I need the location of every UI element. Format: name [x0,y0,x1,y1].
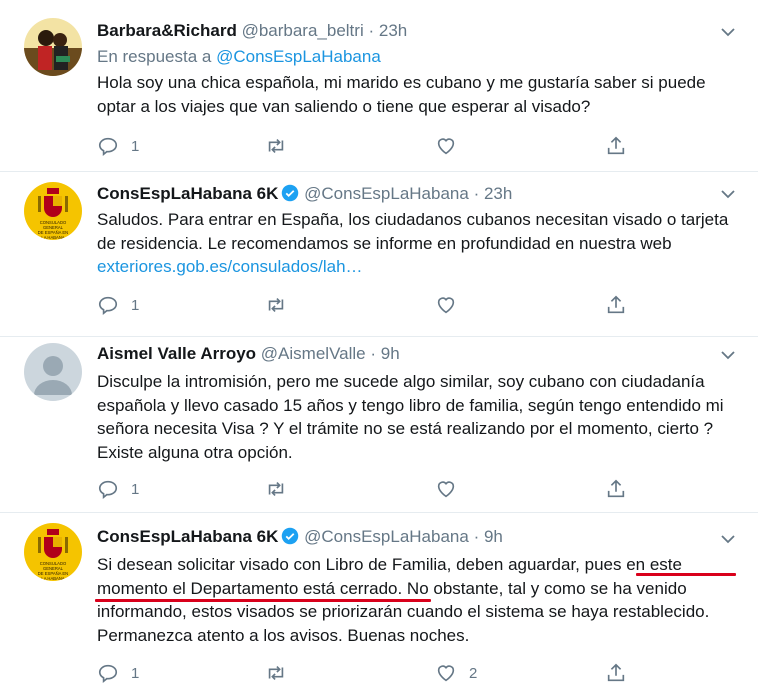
chevron-down-icon[interactable] [720,186,736,202]
handle[interactable]: @AismelValle [261,344,366,363]
timestamp[interactable]: 9h [484,527,503,546]
share-icon [607,136,625,155]
tweet-text-main: Saludos. Para entrar en España, los ciud… [97,210,729,253]
reply-count: 1 [131,480,140,498]
share-button[interactable] [605,661,627,685]
display-name[interactable]: ConsEspLaHabana 6K [97,527,278,546]
timestamp[interactable]: 9h [381,344,400,363]
reply-to-link[interactable]: @ConsEspLaHabana [216,47,381,66]
like-button[interactable] [435,134,469,158]
display-name[interactable]: ConsEspLaHabana 6K [97,184,278,203]
like-count: 2 [469,664,478,682]
tweet-text: Disculpe la intromisión, pero me sucede … [97,372,724,462]
retweet-button[interactable] [265,293,299,317]
handle[interactable]: @ConsEspLaHabana [304,527,469,546]
reply-icon [98,137,118,156]
retweet-button[interactable] [265,477,299,501]
timestamp[interactable]: 23h [379,21,407,40]
reply-count: 1 [131,296,140,314]
handle[interactable]: @barbara_beltri [242,21,364,40]
heart-icon [437,297,455,314]
reply-icon [98,296,118,315]
chevron-down-icon[interactable] [720,347,736,363]
seal-text-line-4: LA HABANA [41,235,64,240]
avatar[interactable] [24,18,82,76]
chevron-down-icon[interactable] [720,531,736,547]
tweet-2[interactable]: CONSULADO GENERAL DE ESPAÑA EN LA HABANA… [0,172,758,337]
handle[interactable]: @ConsEspLaHabana [304,184,469,203]
reply-count: 1 [131,137,140,155]
reply-button[interactable]: 1 [97,293,139,317]
like-button[interactable]: 2 [435,661,477,685]
separator-dot: · [473,527,480,546]
retweet-icon [268,665,284,681]
display-name[interactable]: Barbara&Richard [97,21,237,40]
display-name[interactable]: Aismel Valle Arroyo [97,344,256,363]
highlight-underline [636,573,736,576]
share-icon [607,295,625,314]
avatar[interactable] [24,343,82,401]
seal-text-line-4: LA HABANA [41,576,64,581]
tweet-1[interactable]: Barbara&Richard @barbara_beltri · 23h En… [0,0,758,172]
verified-badge-icon [282,527,299,545]
tweet-text: Hola soy una chica española, mi marido e… [97,73,706,116]
like-button[interactable] [435,293,469,317]
reply-count: 1 [131,664,140,682]
avatar[interactable]: CONSULADO GENERAL DE ESPAÑA EN LA HABANA [24,523,82,581]
like-button[interactable] [435,477,469,501]
share-button[interactable] [605,134,627,158]
tweet-4[interactable]: CONSULADO GENERAL DE ESPAÑA EN LA HABANA… [0,513,758,692]
heart-icon [437,481,455,498]
chevron-down-icon[interactable] [720,24,736,40]
retweet-icon [268,481,284,497]
verified-badge-icon [282,184,299,202]
reply-icon [98,480,118,499]
separator-dot: · [473,184,480,203]
share-button[interactable] [605,293,627,317]
reply-prefix: En respuesta a [97,47,217,66]
reply-icon [98,664,118,683]
timestamp[interactable]: 23h [484,184,512,203]
reply-button[interactable]: 1 [97,477,139,501]
separator-dot: · [368,21,375,40]
retweet-button[interactable] [265,134,299,158]
heart-icon [437,665,455,682]
share-icon [607,479,625,498]
retweet-button[interactable] [265,661,299,685]
retweet-icon [268,138,284,154]
tweet-text: Saludos. Para entrar en España, los ciud… [97,208,737,279]
reply-button[interactable]: 1 [97,661,139,685]
reply-button[interactable]: 1 [97,134,139,158]
retweet-icon [268,297,284,313]
highlight-underline [95,599,431,602]
web-link[interactable]: exteriores.gob.es/consulados/lah… [97,257,363,276]
separator-dot: · [370,344,377,363]
share-button[interactable] [605,477,627,501]
heart-icon [437,138,455,155]
share-icon [607,663,625,682]
tweet-3[interactable]: Aismel Valle Arroyo @AismelValle · 9h Di… [0,337,758,513]
avatar[interactable]: CONSULADO GENERAL DE ESPAÑA EN LA HABANA [24,182,82,240]
